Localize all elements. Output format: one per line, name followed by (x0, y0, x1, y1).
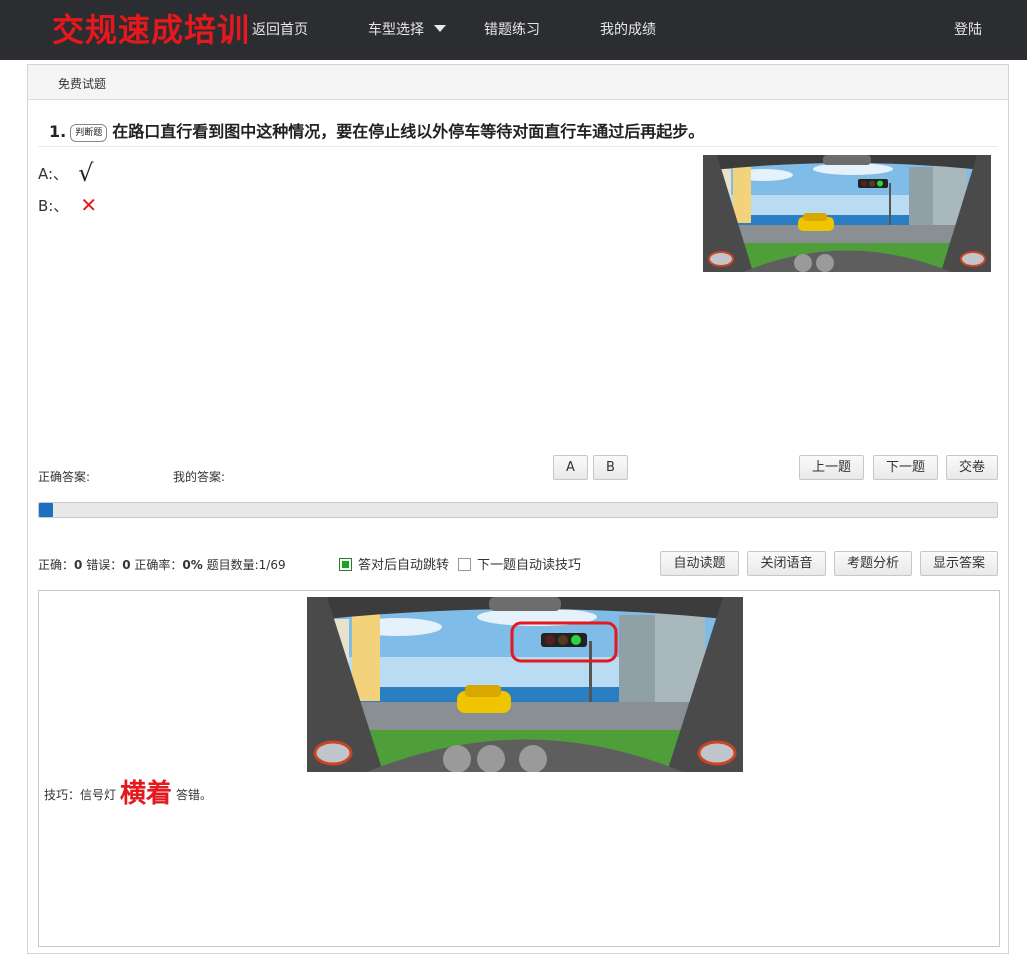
tip-box: 技巧：信号灯 横着 答错。 (38, 590, 1000, 947)
exam-panel: 免费试题 1. 判断题 在路口直行看到图中这种情况，要在停止线以外停车等待对面直行车… (27, 64, 1009, 954)
stat-correct-label: 正确： (38, 558, 75, 572)
stat-wrong-label: 错误： (86, 558, 123, 572)
tip-text: 技巧：信号灯 横着 答错。 (44, 777, 212, 812)
option-b[interactable]: B:、 ✕ (38, 195, 97, 216)
top-nav-bar: 交规速成培训 返回首页 车型选择 错题练习 我的成绩 登陆 (0, 0, 1027, 60)
caret-down-icon (434, 25, 446, 32)
tip-suffix: 答错。 (176, 788, 213, 802)
stat-wrong-value: 0 (122, 558, 131, 572)
stats-line: 正确：0 错误：0 正确率：0% 题目数量:1/69 (38, 556, 286, 573)
auto-jump-label: 答对后自动跳转 (358, 558, 450, 573)
panel-title: 免费试题 (58, 77, 107, 91)
prev-question-button[interactable]: 上一题 (799, 455, 864, 480)
auto-jump-checkbox[interactable]: 答对后自动跳转 (339, 554, 449, 573)
nav-car-type-dropdown[interactable]: 车型选择 (368, 20, 446, 40)
option-a-label: A:、 (38, 165, 69, 183)
show-answer-button[interactable]: 显示答案 (920, 551, 998, 576)
checkbox-icon[interactable] (339, 558, 352, 571)
question-analysis-button[interactable]: 考题分析 (834, 551, 912, 576)
option-a[interactable]: A:、 √ (38, 161, 93, 185)
answer-b-button[interactable]: B (593, 455, 628, 480)
option-b-label: B:、 (38, 197, 69, 215)
auto-read-tip-label: 下一题自动读技巧 (477, 558, 582, 573)
progress-bar (38, 502, 998, 518)
nav-car-type-label: 车型选择 (368, 22, 424, 38)
stat-count-value: 1/69 (258, 558, 286, 572)
check-mark-icon: √ (78, 159, 94, 187)
nav-my-score-link[interactable]: 我的成绩 (600, 20, 656, 40)
stat-rate-value: 0% (182, 558, 203, 572)
question-line: 1. 判断题 在路口直行看到图中这种情况，要在停止线以外停车等待对面直行车通过后再起… (49, 121, 704, 143)
answer-a-button[interactable]: A (553, 455, 588, 480)
progress-fill (39, 503, 53, 517)
panel-header: 免费试题 (28, 65, 1008, 100)
question-type-badge: 判断题 (70, 124, 108, 142)
submit-exam-button[interactable]: 交卷 (946, 455, 998, 480)
tip-prefix: 技巧：信号灯 (44, 788, 117, 802)
divider (38, 146, 998, 147)
auto-read-tip-checkbox[interactable]: 下一题自动读技巧 (458, 554, 581, 573)
nav-login-link[interactable]: 登陆 (954, 20, 982, 40)
question-image (703, 155, 991, 272)
stat-count-label: 题目数量: (206, 558, 259, 572)
correct-answer-label: 正确答案: (38, 470, 91, 484)
tip-keyword: 横着 (120, 779, 173, 809)
question-text: 在路口直行看到图中这种情况，要在停止线以外停车等待对面直行车通过后再起步。 (112, 122, 705, 141)
stat-rate-label: 正确率： (134, 558, 183, 572)
cross-mark-icon: ✕ (80, 193, 98, 217)
auto-read-button[interactable]: 自动读题 (660, 551, 739, 576)
my-answer-label: 我的答案: (173, 470, 226, 484)
close-voice-button[interactable]: 关闭语音 (747, 551, 826, 576)
nav-wrong-practice-link[interactable]: 错题练习 (484, 20, 540, 40)
brand-logo[interactable]: 交规速成培训 (52, 9, 250, 51)
nav-home-link[interactable]: 返回首页 (252, 20, 308, 40)
checkbox-icon[interactable] (458, 558, 471, 571)
next-question-button[interactable]: 下一题 (873, 455, 938, 480)
stat-correct-value: 0 (74, 558, 83, 572)
tip-image (307, 597, 743, 772)
question-number: 1. (49, 122, 67, 141)
